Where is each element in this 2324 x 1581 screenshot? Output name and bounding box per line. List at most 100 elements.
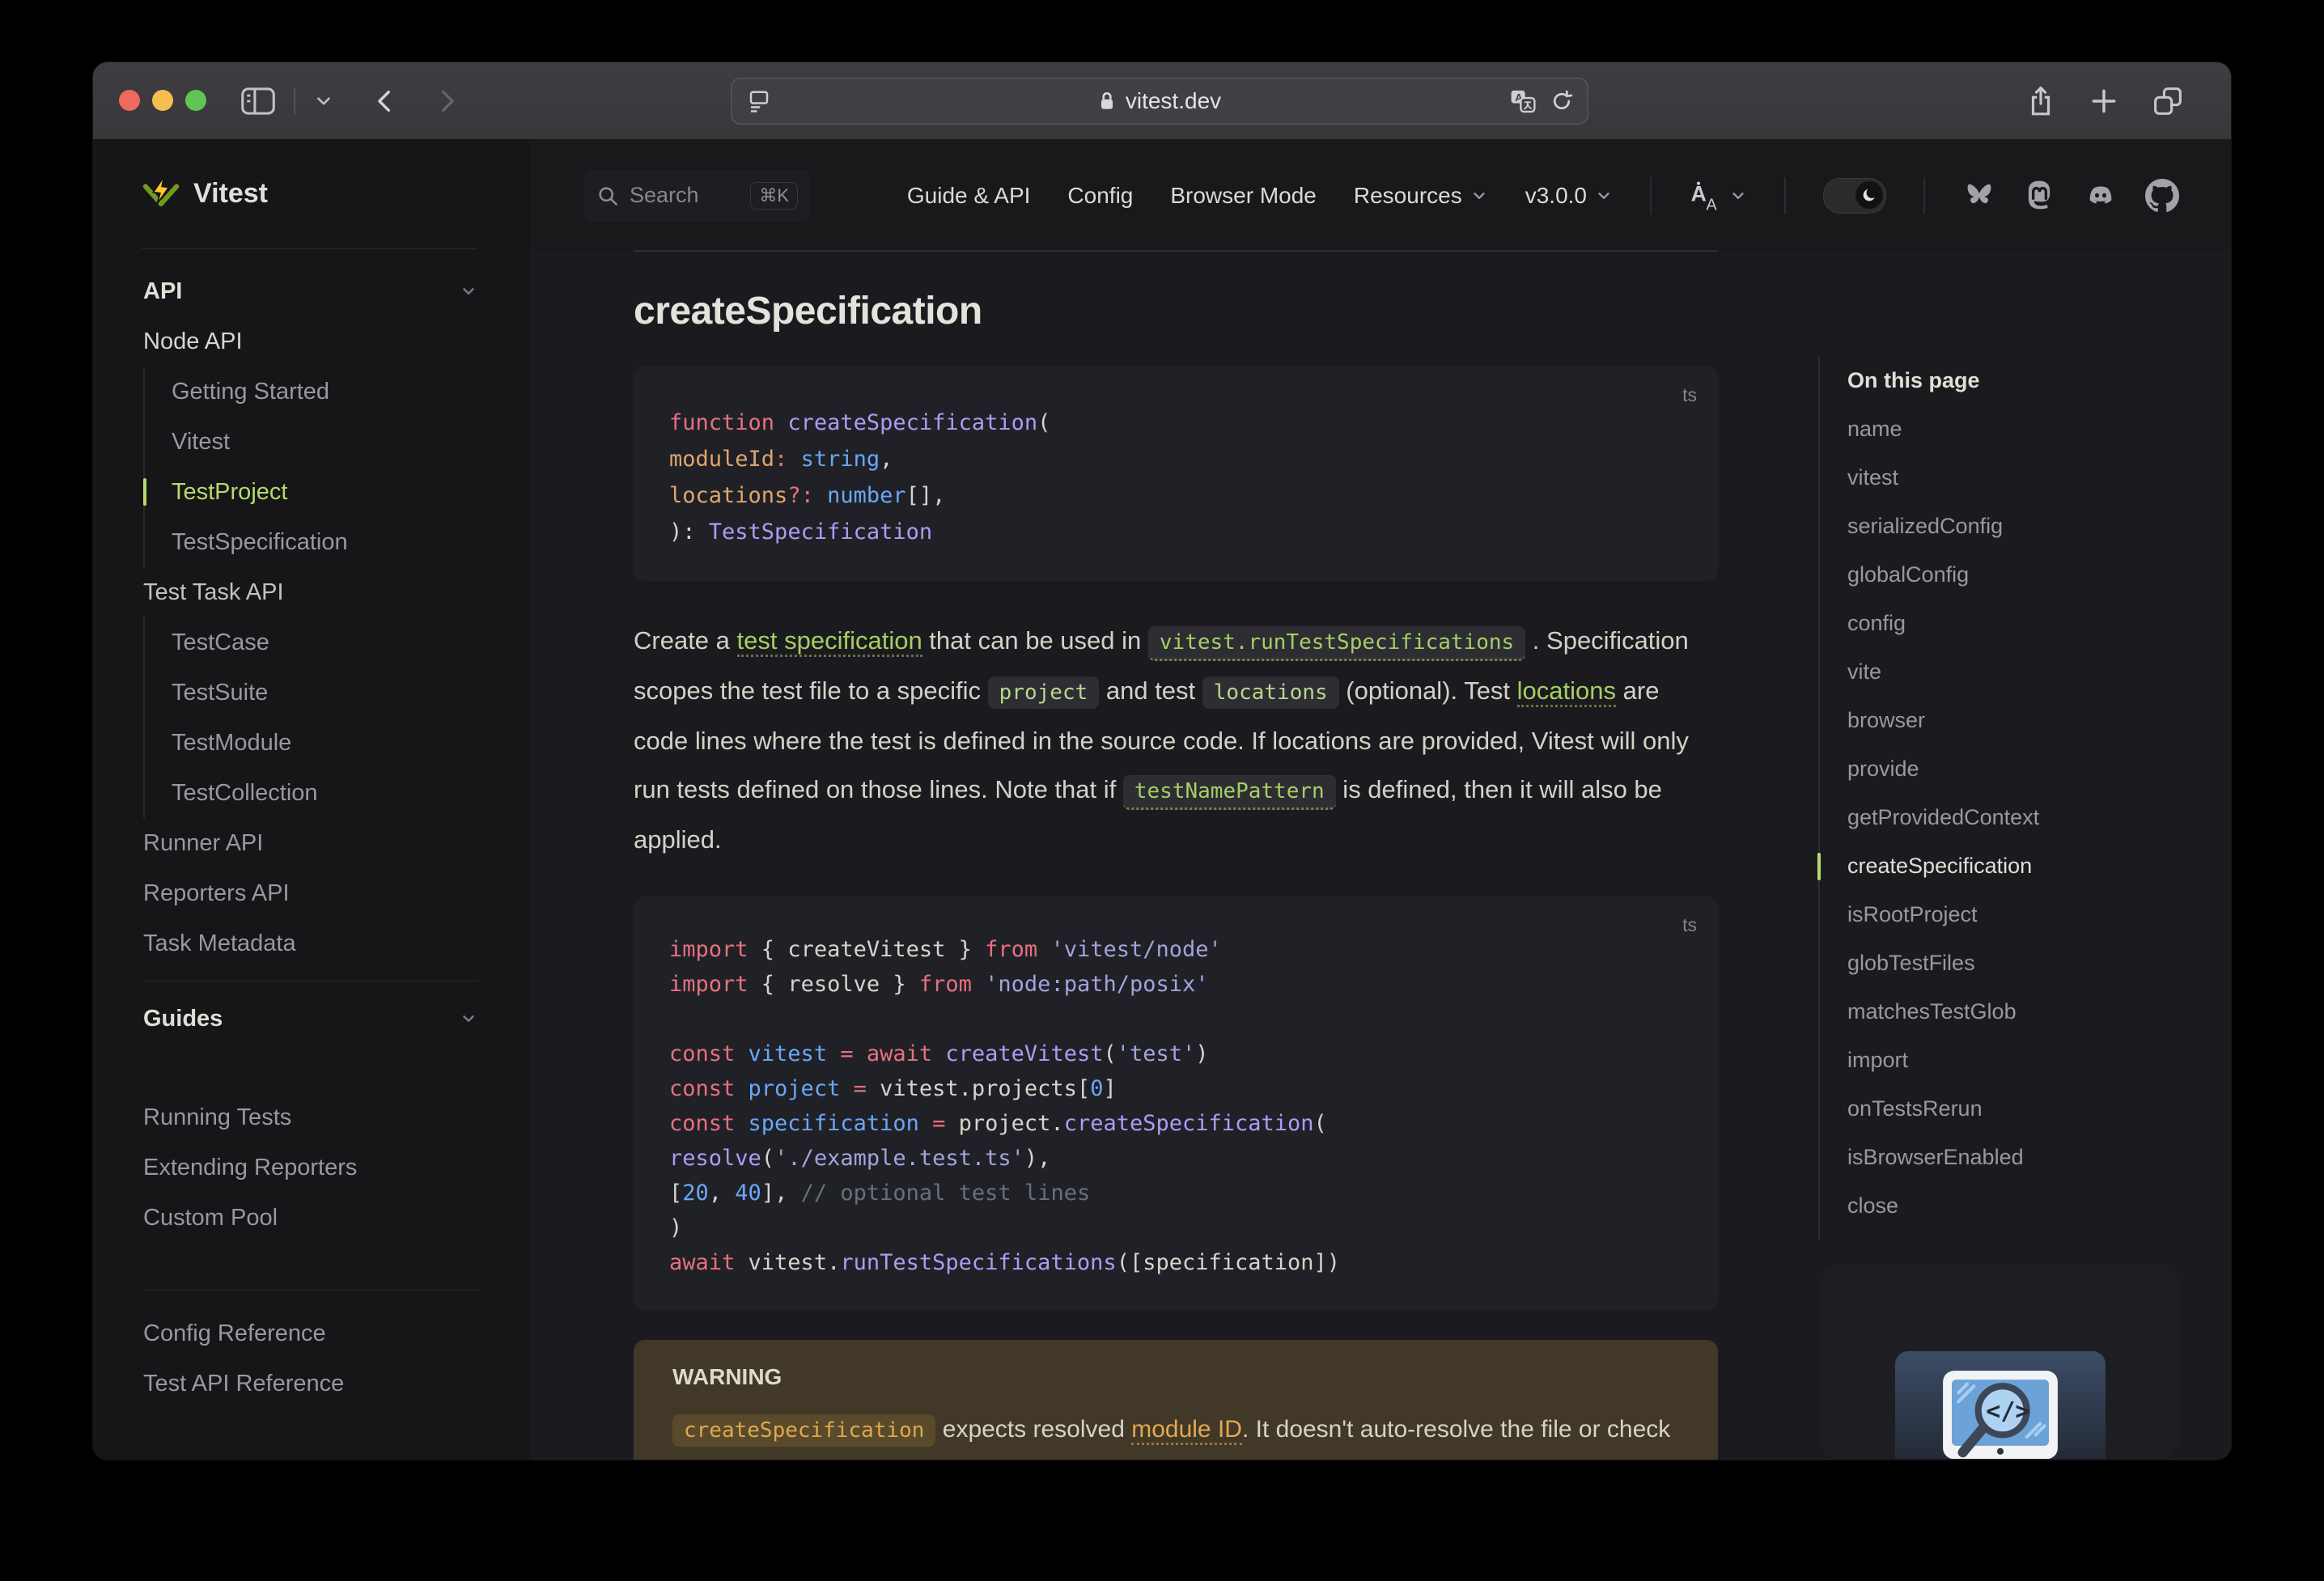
nav-link-guide-api[interactable]: Guide & API (907, 183, 1031, 209)
sidebar-item-custom-pool[interactable]: Custom Pool (143, 1193, 477, 1243)
toc-item-ontestsrerun[interactable]: onTestsRerun (1847, 1084, 2227, 1133)
zoom-button[interactable] (185, 90, 206, 111)
forward-icon[interactable] (433, 85, 460, 117)
translate-icon[interactable]: A (1509, 88, 1537, 114)
toc-item-provide[interactable]: provide (1847, 744, 2227, 793)
sidebar-section-guides[interactable]: Guides (143, 994, 477, 1044)
code-token: ( (1037, 410, 1051, 435)
theme-toggle[interactable] (1823, 177, 1886, 214)
toc-item-isbrowserenabled[interactable]: isBrowserEnabled (1847, 1133, 2227, 1181)
sidebar-section-api[interactable]: API (143, 266, 477, 316)
code-link-testnamepattern[interactable]: testNamePattern (1122, 775, 1336, 810)
sidebar-item-vitest[interactable]: Vitest (172, 417, 477, 467)
code-link-vitest-runtestspecifications[interactable]: vitest.runTestSpecifications (1147, 626, 1526, 661)
code-block-signature[interactable]: ts function createSpecification( moduleI… (634, 366, 1718, 581)
minimize-button[interactable] (152, 90, 173, 111)
code-token: resolve (669, 1146, 761, 1171)
search-button[interactable]: Search ⌘K (583, 169, 811, 222)
toc-item-getprovidedcontext[interactable]: getProvidedContext (1847, 793, 2227, 841)
warning-callout: WARNING createSpecification expects reso… (634, 1340, 1718, 1460)
code-token: locations (669, 483, 788, 508)
sidebar-items: Node API Getting Started Vitest TestProject… (143, 316, 477, 969)
code-token: ?: (787, 483, 828, 508)
code-line: await vitest.runTestSpecifications([spec… (669, 1245, 1682, 1280)
toc-item-globtestfiles[interactable]: globTestFiles (1847, 939, 2227, 987)
sidebar-item-reporters-api[interactable]: Reporters API (143, 868, 477, 918)
toc-item-globalconfig[interactable]: globalConfig (1847, 550, 2227, 599)
toc-item-import[interactable]: import (1847, 1036, 2227, 1084)
sidebar-item-test-api-reference[interactable]: Test API Reference (143, 1358, 477, 1409)
close-button[interactable] (119, 90, 140, 111)
toc-item-name[interactable]: name (1847, 405, 2227, 453)
sidebar-item-extending-reporters[interactable]: Extending Reporters (143, 1142, 477, 1193)
toolbar-left (240, 62, 460, 139)
code-block-example[interactable]: ts import { createVitest } from 'vitest/… (634, 896, 1718, 1311)
toc-item-close[interactable]: close (1847, 1181, 2227, 1230)
text: that can be used in (922, 626, 1148, 655)
sidebar-item-testmodule[interactable]: TestModule (172, 718, 477, 768)
github-icon[interactable] (2145, 178, 2179, 213)
code-token: : (774, 447, 801, 472)
link-test-specification[interactable]: test specification (736, 626, 922, 657)
chevron-down-icon[interactable] (313, 91, 334, 112)
sponsor-card[interactable]: </> (1821, 1265, 2178, 1459)
nav-link-config[interactable]: Config (1067, 183, 1133, 209)
code-token: runTestSpecifications (840, 1250, 1117, 1275)
sidebar-item-testspecification[interactable]: TestSpecification (172, 517, 477, 567)
code-token: ) (1195, 1041, 1209, 1066)
code-token: ( (761, 1146, 775, 1171)
sidebar-item-testproject[interactable]: TestProject (143, 467, 477, 517)
toc-item-isrootproject[interactable]: isRootProject (1847, 890, 2227, 939)
sidebar-item-running-tests[interactable]: Running Tests (143, 1092, 477, 1142)
bluesky-icon[interactable] (1962, 180, 1996, 211)
chevron-down-icon (463, 288, 474, 295)
nav-link-browser-mode[interactable]: Browser Mode (1170, 183, 1317, 209)
code-line: const specification = project.createSpec… (669, 1106, 1682, 1141)
sidebar-item-getting-started[interactable]: Getting Started (172, 367, 477, 417)
toc-item-vite[interactable]: vite (1847, 647, 2227, 696)
toc-item-vitest[interactable]: vitest (1847, 453, 2227, 502)
sidebar-item-node-api[interactable]: Node API (143, 316, 477, 367)
sidebar-toggle-icon[interactable] (240, 87, 276, 116)
search-kbd: ⌘K (750, 181, 798, 210)
toc-item-browser[interactable]: browser (1847, 696, 2227, 744)
code-token: ([ (1116, 1250, 1143, 1275)
nav-link-resources[interactable]: Resources (1354, 183, 1488, 209)
moon-icon (1855, 180, 1883, 209)
page-icon[interactable] (747, 89, 771, 113)
nav-link-v3-0-0[interactable]: v3.0.0 (1525, 183, 1613, 209)
link-locations[interactable]: locations (1516, 676, 1617, 707)
logo-text: Vitest (193, 178, 268, 209)
sidebar-item-config-reference[interactable]: Config Reference (143, 1308, 477, 1358)
toc-item-createspecification[interactable]: createSpecification (1847, 841, 2227, 890)
address-bar[interactable]: vitest.dev A (731, 78, 1588, 125)
toc-item-config[interactable]: config (1847, 599, 2227, 647)
toc-item-serializedconfig[interactable]: serializedConfig (1847, 502, 2227, 550)
sidebar-item-testsuite[interactable]: TestSuite (172, 668, 477, 718)
sidebar-item-testcollection[interactable]: TestCollection (172, 768, 477, 818)
share-icon[interactable] (2025, 83, 2056, 119)
code-token: moduleId (669, 447, 775, 472)
sidebar-item-test-task-api[interactable]: Test Task API (143, 567, 477, 617)
code-token: vitest. (735, 1250, 841, 1275)
sidebar-items: Config Reference Test API Reference (143, 1308, 477, 1409)
back-icon[interactable] (371, 85, 399, 117)
tab-overview-icon[interactable] (2152, 85, 2184, 117)
code-token: 'node:path/posix' (971, 972, 1209, 997)
mastodon-icon[interactable] (2022, 179, 2056, 213)
language-menu[interactable]: A A (1689, 180, 1747, 212)
sidebar-item-task-metadata[interactable]: Task Metadata (143, 918, 477, 969)
sidebar-subgroup: Getting Started Vitest TestProject TestSpec… (143, 367, 477, 567)
chevron-down-icon (1474, 192, 1485, 199)
toc-item-matchestestglob[interactable]: matchesTestGlob (1847, 987, 2227, 1036)
reload-icon[interactable] (1550, 88, 1574, 114)
sidebar-item-runner-api[interactable]: Runner API (143, 818, 477, 868)
new-tab-icon[interactable] (2089, 86, 2119, 117)
code-token: specification (1143, 1250, 1314, 1275)
logo[interactable]: Vitest (93, 139, 530, 248)
sidebar-item-testcase[interactable]: TestCase (172, 617, 477, 668)
code-line: ) (669, 1210, 1682, 1245)
code-line: import { createVitest } from 'vitest/nod… (669, 932, 1682, 967)
link-module-id[interactable]: module ID (1131, 1416, 1242, 1445)
discord-icon[interactable] (2082, 180, 2119, 212)
